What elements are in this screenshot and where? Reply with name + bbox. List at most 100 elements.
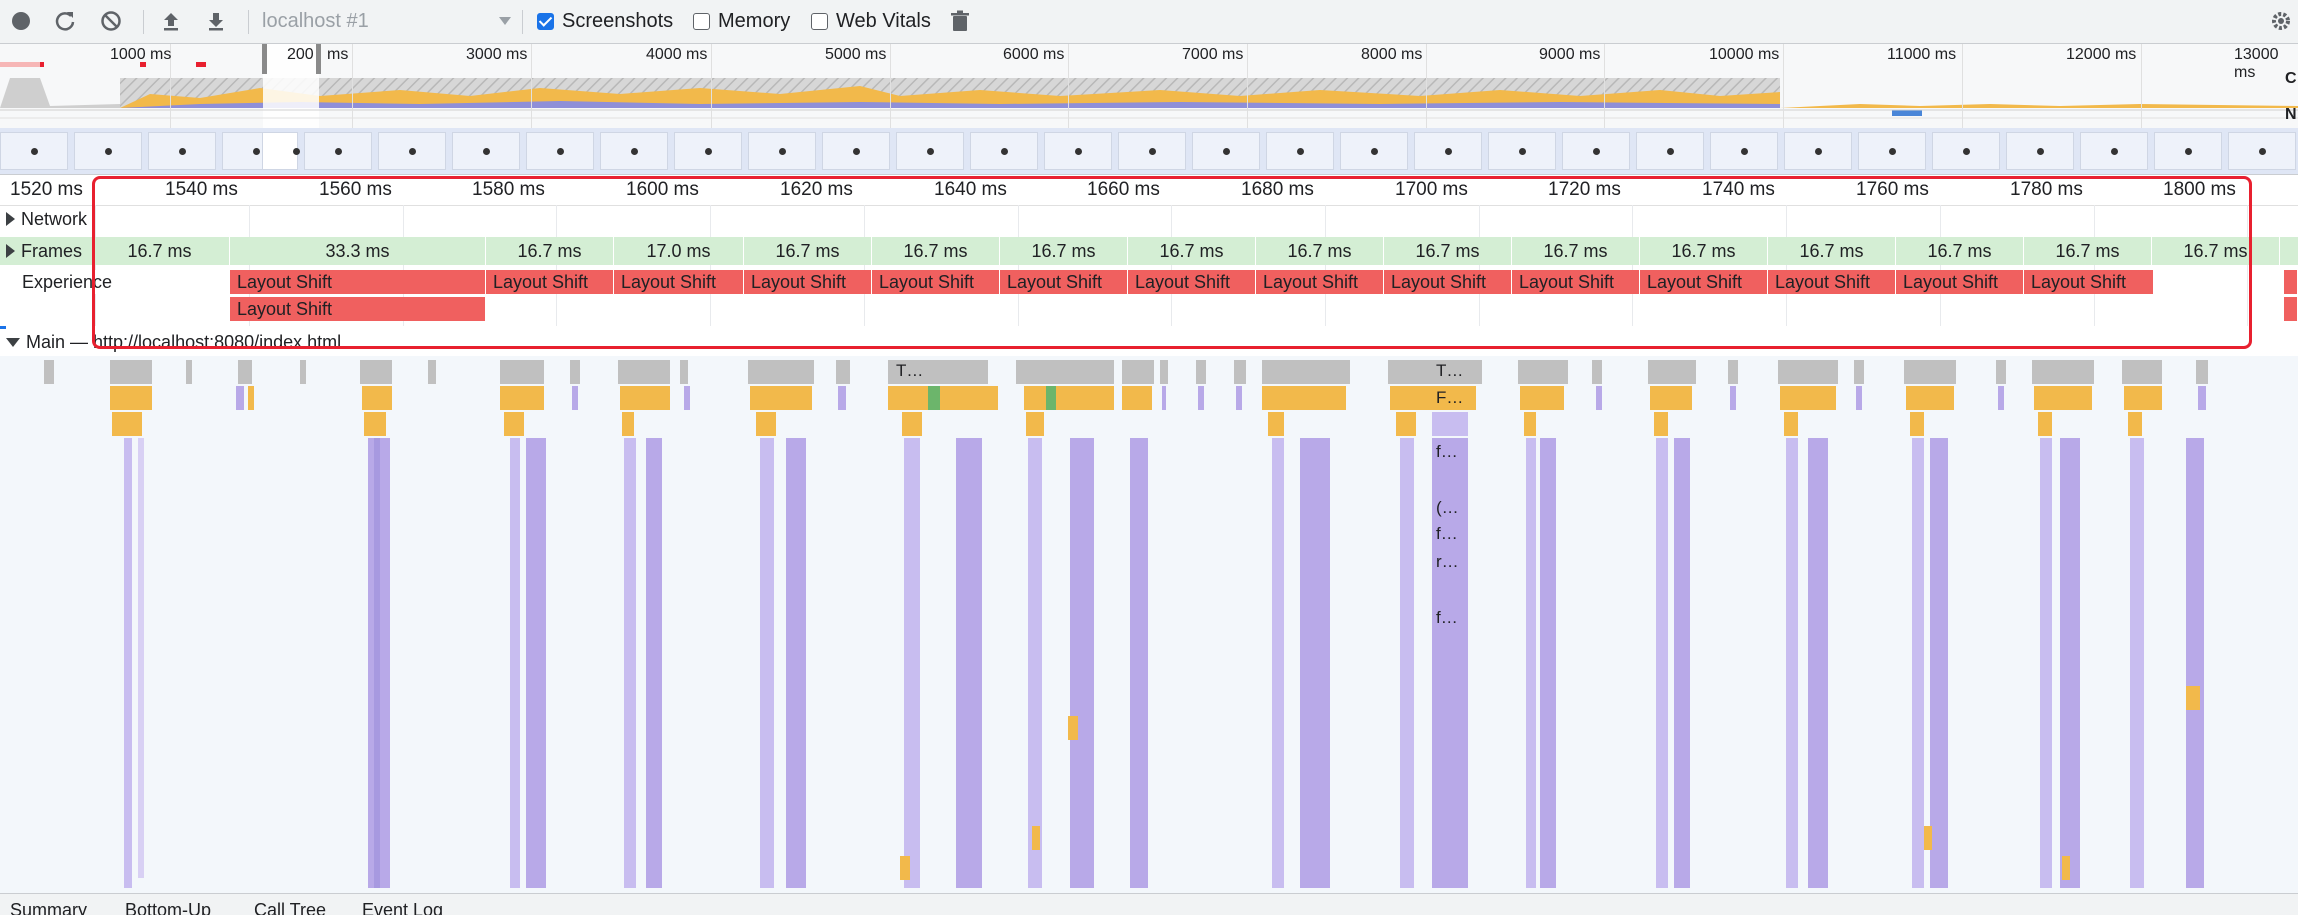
layout-shift-event[interactable]: Layout Shift <box>872 270 1000 294</box>
slice-label[interactable]: f… <box>1436 608 1458 628</box>
screenshot-thumbnail[interactable] <box>1266 132 1334 170</box>
screenshot-thumbnail[interactable] <box>526 132 594 170</box>
layout-shift-event[interactable]: Layout Shift <box>1896 270 2024 294</box>
layout-shift-event[interactable]: Layout Shift <box>230 270 486 294</box>
slice-label[interactable]: f… <box>1436 442 1458 462</box>
slice-label[interactable]: (… <box>1436 498 1459 518</box>
screenshot-thumbnail[interactable] <box>74 132 142 170</box>
layout-shift-event[interactable]: Layout Shift <box>230 297 486 321</box>
slice-label[interactable]: F… <box>1436 388 1463 408</box>
main-track-header[interactable]: Main — http://localhost:8080/index.html <box>6 330 341 354</box>
settings-button[interactable] <box>2270 8 2292 34</box>
layout-shift-event[interactable]: Layout Shift <box>1384 270 1512 294</box>
screenshot-thumbnail[interactable] <box>2006 132 2074 170</box>
load-profile-button[interactable] <box>160 8 182 34</box>
memory-check-icon[interactable] <box>693 12 710 30</box>
frames-track-header[interactable]: Frames <box>6 237 87 265</box>
frame-bar[interactable]: 16.7 ms <box>744 237 872 265</box>
screenshot-thumbnail[interactable] <box>1932 132 2000 170</box>
screenshot-thumbnail[interactable] <box>378 132 446 170</box>
web-vitals-check-icon[interactable] <box>811 12 828 30</box>
network-track-header[interactable]: Network <box>6 207 87 231</box>
expand-triangle-icon <box>6 244 15 258</box>
record-button[interactable] <box>10 8 32 34</box>
frame-bar[interactable]: 17.0 ms <box>614 237 744 265</box>
frame-bar[interactable]: 16.7 ms <box>1768 237 1896 265</box>
tab-summary[interactable]: Summary <box>10 900 87 915</box>
slice-label[interactable]: T… <box>1436 361 1463 381</box>
screenshot-thumbnail[interactable] <box>1636 132 1704 170</box>
memory-checkbox[interactable]: Memory <box>693 8 790 34</box>
screenshot-thumbnail[interactable] <box>262 132 300 170</box>
screenshot-thumbnail[interactable] <box>970 132 1038 170</box>
frame-bar[interactable]: 16.7 ms <box>1512 237 1640 265</box>
slice-label[interactable]: r… <box>1436 552 1459 572</box>
layout-shift-event[interactable]: Layout Shift <box>1256 270 1384 294</box>
screenshot-thumbnail[interactable] <box>1192 132 1260 170</box>
layout-shift-event[interactable]: Layout Shift <box>1000 270 1128 294</box>
frame-bar[interactable]: 33.3 ms <box>230 237 486 265</box>
screenshot-thumbnail[interactable] <box>1340 132 1408 170</box>
layout-shift-event-edge[interactable] <box>2284 297 2298 321</box>
screenshot-thumbnail[interactable] <box>0 132 68 170</box>
screenshot-filmstrip[interactable] <box>0 128 2298 175</box>
tab-call-tree[interactable]: Call Tree <box>254 900 326 915</box>
save-profile-button[interactable] <box>205 8 227 34</box>
screenshot-thumbnail[interactable] <box>822 132 890 170</box>
layout-shift-event[interactable]: Layout Shift <box>2024 270 2154 294</box>
screenshot-thumbnail[interactable] <box>600 132 668 170</box>
screenshot-thumbnail[interactable] <box>304 132 372 170</box>
web-vitals-checkbox[interactable]: Web Vitals <box>811 8 931 34</box>
screenshot-thumbnail[interactable] <box>1562 132 1630 170</box>
screenshot-thumbnail[interactable] <box>148 132 216 170</box>
screenshot-thumbnail[interactable] <box>2154 132 2222 170</box>
tab-event-log[interactable]: Event Log <box>362 900 443 915</box>
frame-bar[interactable]: 16.7 ms <box>1384 237 1512 265</box>
screenshot-thumbnail[interactable] <box>748 132 816 170</box>
timeline-overview[interactable]: 1000 ms 200 ms 3000 ms 4000 ms 5000 ms 6… <box>0 44 2298 129</box>
frame-bar[interactable]: 16.7 ms <box>90 237 230 265</box>
reload-record-button[interactable] <box>54 8 76 34</box>
screenshot-thumbnail[interactable] <box>674 132 742 170</box>
layout-shift-event[interactable]: Layout Shift <box>486 270 614 294</box>
frame-bar[interactable]: 16.7 ms <box>1000 237 1128 265</box>
slice-label[interactable]: f… <box>1436 524 1458 544</box>
screenshot-thumbnail[interactable] <box>1784 132 1852 170</box>
tab-bottom-up[interactable]: Bottom-Up <box>125 900 211 915</box>
screenshot-thumbnail[interactable] <box>2080 132 2148 170</box>
layout-shift-event[interactable]: Layout Shift <box>1512 270 1640 294</box>
frame-bar[interactable]: 16.7 ms <box>1640 237 1768 265</box>
screenshot-thumbnail[interactable] <box>452 132 520 170</box>
screenshot-thumbnail[interactable] <box>1488 132 1556 170</box>
frame-bar[interactable]: 16.7 ms <box>1256 237 1384 265</box>
frame-bar[interactable]: 16.7 ms <box>1128 237 1256 265</box>
screenshot-thumbnail[interactable] <box>2228 132 2296 170</box>
screenshot-thumbnail[interactable] <box>1414 132 1482 170</box>
slice-label[interactable]: T… <box>896 361 923 381</box>
screenshot-thumbnail[interactable] <box>896 132 964 170</box>
frame-bar[interactable]: 16.7 ms <box>2024 237 2152 265</box>
garbage-collect-button[interactable] <box>950 8 970 34</box>
screenshots-checkbox[interactable]: Screenshots <box>537 8 673 34</box>
main-flame-chart[interactable]: T… T… F… f… (… f… r… f… <box>0 356 2298 894</box>
layout-shift-event[interactable]: Layout Shift <box>744 270 872 294</box>
layout-shift-event[interactable]: Layout Shift <box>614 270 744 294</box>
layout-shift-event-edge[interactable] <box>2284 270 2298 294</box>
frame-bar[interactable]: 16.7 ms <box>872 237 1000 265</box>
ruler-tick: 1600 ms <box>626 179 699 200</box>
layout-shift-event[interactable]: Layout Shift <box>1768 270 1896 294</box>
screenshot-thumbnail[interactable] <box>1118 132 1186 170</box>
clear-button[interactable] <box>100 8 122 34</box>
page-select[interactable]: localhost #1 <box>262 8 512 34</box>
screenshot-thumbnail[interactable] <box>1044 132 1112 170</box>
frame-bar[interactable]: 16.7 ms <box>1896 237 2024 265</box>
layout-shift-event[interactable]: Layout Shift <box>1640 270 1768 294</box>
frame-bar[interactable]: 16.7 ms <box>486 237 614 265</box>
layout-shift-event[interactable]: Layout Shift <box>1128 270 1256 294</box>
experience-track-header[interactable]: Experience <box>0 270 113 294</box>
screenshot-thumbnail[interactable] <box>1858 132 1926 170</box>
experience-track-label: Experience <box>22 271 113 292</box>
screenshot-thumbnail[interactable] <box>1710 132 1778 170</box>
screenshots-check-icon[interactable] <box>537 12 554 30</box>
frame-bar[interactable]: 16.7 ms <box>2152 237 2280 265</box>
